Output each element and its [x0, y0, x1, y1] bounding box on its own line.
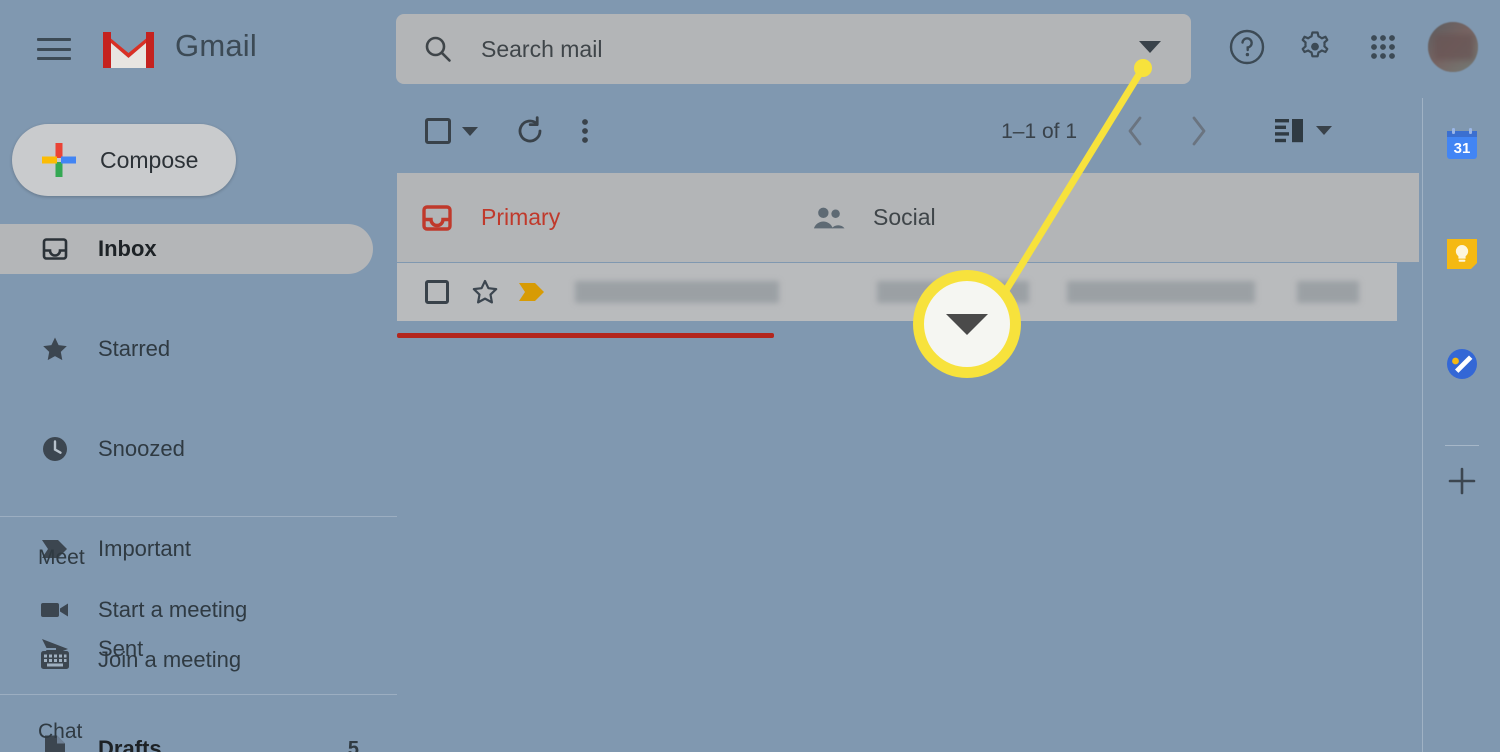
google-keep-icon[interactable]	[1444, 236, 1480, 272]
inbox-icon	[40, 234, 70, 264]
hamburger-icon[interactable]	[37, 34, 71, 64]
table-row[interactable]	[397, 263, 1397, 321]
select-all-checkbox[interactable]	[425, 118, 478, 144]
sidebar-nav-list: Inbox Starred Snoozed Important Sent Dra…	[0, 224, 397, 752]
sidebar-item-label: Important	[98, 536, 191, 561]
sidebar-section-meet: Meet	[38, 546, 85, 569]
more-vertical-icon	[582, 119, 588, 143]
split-pane-icon	[1275, 119, 1303, 143]
row-date-redacted	[1297, 281, 1359, 303]
top-bar: Gmail Search mail	[0, 0, 1500, 98]
sidebar-item-inbox[interactable]: Inbox	[0, 224, 373, 274]
right-side-panel: 31	[1422, 98, 1500, 752]
compose-button[interactable]: Compose	[12, 124, 236, 196]
settings-icon[interactable]	[1292, 24, 1338, 70]
sidebar-item-start-a-meeting[interactable]: Start a meeting	[0, 585, 247, 635]
sidebar-item-label: Starred	[98, 336, 171, 361]
refresh-button[interactable]	[515, 116, 545, 146]
google-tasks-icon[interactable]	[1444, 346, 1480, 382]
pagination-next-button[interactable]	[1185, 114, 1211, 153]
tab-label: Primary	[481, 204, 561, 230]
callout-highlight	[913, 270, 1021, 378]
list-toolbar: 1–1 of 1	[397, 98, 1422, 173]
avatar[interactable]	[1428, 22, 1478, 72]
sidebar-item-label: Join a meeting	[98, 647, 242, 672]
refresh-icon	[518, 116, 542, 143]
chevron-right-icon	[1192, 116, 1206, 146]
compose-label: Compose	[100, 146, 199, 173]
sidebar-item-join-a-meeting[interactable]: Join a meeting	[0, 635, 241, 685]
calendar-badge: 31	[1454, 140, 1471, 157]
sidebar-divider-chat	[0, 694, 397, 695]
tab-social[interactable]: Social	[813, 173, 936, 262]
topbar-actions	[1224, 22, 1478, 72]
active-tab-underline	[397, 333, 774, 338]
video-camera-icon	[40, 595, 70, 625]
pagination-range: 1–1 of 1	[1001, 120, 1077, 143]
chevron-down-icon	[946, 313, 988, 335]
search-options-chevron-down-icon[interactable]	[1139, 41, 1161, 53]
plus-icon	[40, 141, 78, 179]
google-calendar-icon[interactable]: 31	[1444, 126, 1480, 162]
row-checkbox[interactable]	[425, 280, 449, 304]
people-icon	[813, 202, 845, 234]
mail-main-column: 1–1 of 1 Primary Social	[397, 98, 1422, 752]
clock-icon	[40, 434, 70, 464]
chevron-left-icon	[1128, 116, 1142, 146]
add-addon-icon[interactable]	[1444, 436, 1480, 495]
support-icon[interactable]	[1224, 24, 1270, 70]
sidebar-item-label: Start a meeting	[98, 597, 248, 622]
sidebar-item-label: Snoozed	[98, 436, 185, 461]
gmail-app-window: Gmail Search mail Compose Inbox Starred …	[0, 0, 1500, 752]
important-marker-icon[interactable]	[517, 279, 547, 305]
category-tabs: Primary Social	[397, 173, 1419, 338]
apps-grid-icon[interactable]	[1360, 24, 1406, 70]
left-sidebar: Compose Inbox Starred Snoozed Important …	[0, 98, 397, 752]
sidebar-item-label: Drafts	[98, 736, 162, 752]
sidebar-item-snoozed[interactable]: Snoozed	[0, 424, 397, 474]
sidebar-item-label: Inbox	[98, 236, 157, 261]
more-options-button[interactable]	[579, 116, 591, 146]
inbox-tab-icon	[421, 202, 453, 234]
checkbox-icon	[425, 118, 451, 144]
star-outline-icon[interactable]	[471, 278, 499, 306]
gmail-logo-icon	[100, 26, 157, 72]
pagination-prev-button[interactable]	[1123, 114, 1149, 153]
split-pane-button[interactable]	[1275, 116, 1332, 144]
sidebar-divider-meet	[0, 516, 397, 517]
tab-primary[interactable]: Primary	[421, 173, 560, 262]
keyboard-icon	[40, 645, 70, 675]
star-icon	[40, 334, 70, 364]
sidebar-item-count: 5	[347, 737, 359, 752]
sidebar-item-starred[interactable]: Starred	[0, 324, 397, 374]
sidebar-section-chat: Chat	[38, 720, 83, 743]
row-snippet-redacted	[1067, 281, 1255, 303]
page-title: Gmail	[175, 28, 257, 63]
row-sender-redacted	[575, 281, 779, 303]
select-all-chevron-down-icon[interactable]	[462, 126, 478, 136]
tab-label: Social	[873, 204, 936, 230]
search-bar[interactable]: Search mail	[396, 14, 1191, 84]
search-icon	[424, 35, 452, 63]
search-input[interactable]: Search mail	[481, 36, 602, 63]
split-pane-chevron-down-icon[interactable]	[1316, 125, 1332, 135]
